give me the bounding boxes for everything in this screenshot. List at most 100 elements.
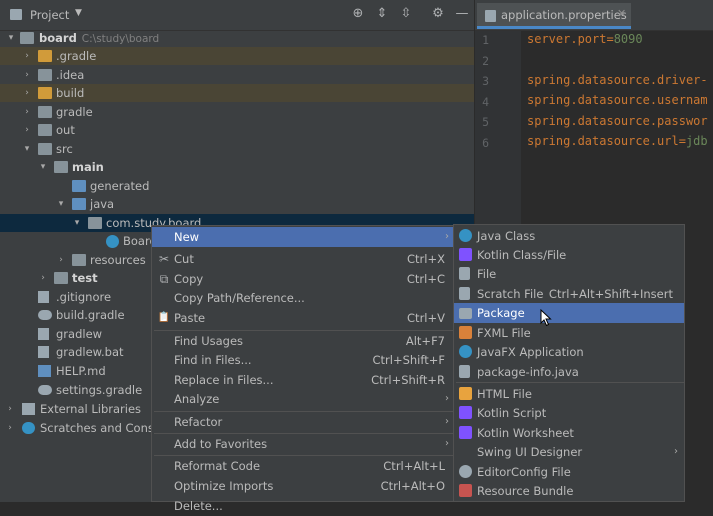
clipboard-icon: 📋 [157,312,171,323]
submenu-item-package[interactable]: Package [454,303,684,323]
menu-item-add-to-favorites[interactable]: Add to Favorites › [152,434,455,454]
folder-icon [54,161,68,173]
chevron-right-icon[interactable]: › [38,269,48,287]
submenu-item-kotlin-worksheet[interactable]: Kotlin Worksheet [454,423,684,443]
menu-item-copy[interactable]: ⧉ Copy Ctrl+C [152,269,455,289]
expand-all-icon[interactable]: ⇕ [374,6,390,22]
folder-icon [38,69,52,81]
submenu-item-resource-bundle[interactable]: Resource Bundle [454,481,684,501]
chevron-right-icon[interactable]: › [22,66,32,84]
code-key: spring.datasource.usernam [527,93,708,107]
tree-item-gradle-dir[interactable]: › .gradle [0,47,474,65]
tree-item-idea[interactable]: › .idea [0,66,474,84]
chevron-down-icon[interactable]: ▼ [75,8,82,18]
menu-item-label: Reformat Code [174,459,261,473]
code-line[interactable]: spring.datasource.passwor [527,114,708,128]
tree-item-build[interactable]: › build [0,84,474,102]
menu-item-shortcut: Ctrl+Alt+L [383,459,445,473]
submenu-item-kotlin-script[interactable]: Kotlin Script [454,403,684,423]
tree-item-gradle[interactable]: › gradle [0,103,474,121]
submenu-item-html-file[interactable]: HTML File [454,384,684,404]
menu-item-copy-path[interactable]: Copy Path/Reference... [152,288,455,308]
menu-item-replace-in-files[interactable]: Replace in Files... Ctrl+Shift+R [152,370,455,390]
chevron-down-icon[interactable]: ▾ [72,214,82,232]
chevron-right-icon[interactable]: › [5,419,15,437]
context-menu: New › ✂ Cut Ctrl+X ⧉ Copy Ctrl+C Copy Pa… [151,225,456,513]
chevron-right-icon: › [445,416,449,427]
menu-item-reformat-code[interactable]: Reformat Code Ctrl+Alt+L [152,456,455,476]
folder-icon [38,143,52,155]
minimize-icon[interactable]: — [454,6,470,22]
menu-item-optimize-imports[interactable]: Optimize Imports Ctrl+Alt+O [152,476,455,496]
menu-item-label: Refactor [174,415,223,429]
file-icon [38,346,49,358]
menu-item-refactor[interactable]: Refactor › [152,412,455,432]
locate-icon[interactable]: ⊕ [350,6,366,22]
tree-item-out[interactable]: › out [0,121,474,139]
menu-item-delete[interactable]: Delete... [152,496,455,516]
tab-application-properties[interactable]: application.properties ✕ [477,3,631,29]
submenu-item-editorconfig[interactable]: EditorConfig File [454,462,684,482]
source-folder-icon [72,198,86,210]
line-number: 6 [482,136,489,150]
chevron-right-icon[interactable]: › [22,121,32,139]
code-line[interactable]: spring.datasource.usernam [527,93,708,107]
code-line[interactable]: server.port=8090 [527,32,643,46]
tree-item-board[interactable]: ▾ board C:\study\board [0,29,474,47]
code-value: jdb [685,134,708,148]
submenu-item-package-info[interactable]: package-info.java [454,362,684,382]
collapse-all-icon[interactable]: ⇳ [398,6,414,22]
code-key: spring.datasource.url= [527,134,686,148]
menu-item-analyze[interactable]: Analyze › [152,389,455,409]
submenu-item-file[interactable]: File [454,264,684,284]
menu-item-shortcut: Ctrl+Shift+R [371,373,445,387]
tree-item-java[interactable]: ▾ java [0,195,474,213]
tree-item-main[interactable]: ▾ main [0,158,474,176]
line-number: 5 [482,115,489,129]
menu-item-new[interactable]: New › [152,227,455,247]
chevron-right-icon: › [674,446,678,457]
menu-item-label: Cut [174,252,194,266]
folder-icon [20,32,34,44]
submenu-item-kotlin-class[interactable]: Kotlin Class/File [454,245,684,265]
kotlin-worksheet-icon [459,426,472,439]
close-icon[interactable]: ✕ [617,7,626,20]
submenu-item-label: FXML File [477,326,531,340]
chevron-right-icon[interactable]: › [22,84,32,102]
menu-item-find-usages[interactable]: Find Usages Alt+F7 [152,331,455,351]
menu-item-paste[interactable]: 📋 Paste Ctrl+V [152,308,455,328]
submenu-item-swing-ui-designer[interactable]: Swing UI Designer › [454,442,684,462]
chevron-right-icon[interactable]: › [22,47,32,65]
chevron-down-icon[interactable]: ▾ [38,158,48,176]
editor-tab-bar: application.properties ✕ [475,0,713,31]
mouse-cursor-icon [540,309,552,327]
chevron-right-icon[interactable]: › [22,103,32,121]
tree-item-generated[interactable]: generated [0,177,474,195]
tree-item-label: settings.gradle [56,383,143,397]
tree-item-src[interactable]: ▾ src [0,140,474,158]
submenu-item-javafx-application[interactable]: JavaFX Application [454,342,684,362]
chevron-right-icon[interactable]: › [56,251,66,269]
submenu-item-fxml-file[interactable]: FXML File [454,323,684,343]
project-panel-title[interactable]: Project [30,8,69,22]
tree-item-label: build.gradle [56,308,125,322]
html-file-icon [459,387,472,400]
submenu-item-label: Kotlin Script [477,406,547,420]
chevron-right-icon[interactable]: › [5,400,15,418]
code-line[interactable]: spring.datasource.url=jdb [527,134,708,148]
submenu-item-label: Scratch File [477,287,544,301]
chevron-down-icon[interactable]: ▾ [6,29,16,47]
menu-item-cut[interactable]: ✂ Cut Ctrl+X [152,249,455,269]
menu-item-label: Paste [174,311,206,325]
submenu-item-java-class[interactable]: Java Class [454,226,684,246]
code-line[interactable]: spring.datasource.driver- [527,73,708,87]
chevron-down-icon[interactable]: ▾ [22,140,32,158]
menu-item-find-in-files[interactable]: Find in Files... Ctrl+Shift+F [152,350,455,370]
submenu-item-label: Kotlin Worksheet [477,426,574,440]
markdown-file-icon [38,365,51,377]
gear-icon[interactable]: ⚙ [430,6,446,22]
class-icon [106,235,119,248]
chevron-down-icon[interactable]: ▾ [56,195,66,213]
submenu-item-scratch-file[interactable]: Scratch File Ctrl+Alt+Shift+Insert [454,284,684,304]
new-submenu: Java Class Kotlin Class/File File Scratc… [453,224,685,502]
